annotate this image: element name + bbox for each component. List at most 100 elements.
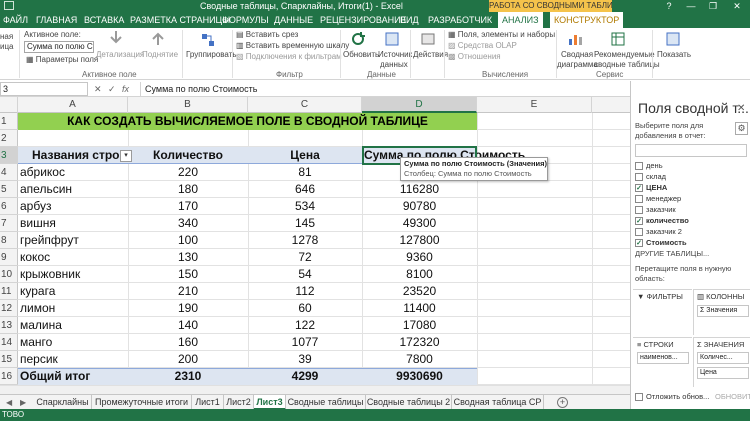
relationships-button[interactable]: ▩ Отношения [448, 52, 501, 62]
sum-cost-cell[interactable]: 116280 [362, 181, 477, 198]
price-cell[interactable]: 54 [248, 266, 362, 283]
quantity-cell[interactable]: 180 [128, 181, 248, 198]
sheet-tab-pivot-table-sr[interactable]: Сводная таблица СР [452, 395, 544, 410]
price-cell[interactable]: 646 [248, 181, 362, 198]
tab-analyze[interactable]: АНАЛИЗ [498, 12, 543, 28]
row-label-cell[interactable]: малина [20, 317, 128, 334]
row-header[interactable]: 13 [0, 317, 18, 334]
column-header-d[interactable]: D [362, 97, 477, 113]
drill-up-button[interactable]: Поднятие [142, 50, 178, 60]
columns-values-chip[interactable]: Σ Значения [697, 305, 749, 317]
row-header[interactable]: 2 [0, 130, 18, 147]
recommended-pivot-button[interactable]: Рекомендуемые [594, 50, 655, 60]
price-cell[interactable]: 60 [248, 300, 362, 317]
quantity-cell[interactable]: 190 [128, 300, 248, 317]
column-header-b[interactable]: B [128, 97, 248, 113]
sheet-tab-sparklines[interactable]: Спарклайны [34, 395, 92, 410]
cancel-icon[interactable]: ✕ [94, 82, 102, 96]
sum-cost-cell[interactable]: 172320 [362, 334, 477, 351]
enter-icon[interactable]: ✓ [108, 82, 116, 96]
field-params-button[interactable]: ▦ Параметры поля [26, 55, 98, 65]
name-box[interactable]: 3 [0, 82, 88, 96]
quantity-cell[interactable]: 150 [128, 266, 248, 283]
column-header-e[interactable]: E [477, 97, 592, 113]
row-header[interactable]: 8 [0, 232, 18, 249]
sheet-tab-pivot-tables[interactable]: Сводные таблицы [286, 395, 366, 410]
sheet-tab-pivot-tables-2[interactable]: Сводные таблицы 2 [366, 395, 452, 410]
show-button[interactable]: Показать [657, 50, 691, 60]
row-header[interactable]: 6 [0, 198, 18, 215]
horizontal-scrollbar[interactable] [0, 385, 630, 394]
group-button[interactable]: Группировать [186, 50, 237, 60]
add-sheet-icon[interactable]: + [557, 397, 568, 408]
header-price[interactable]: Цена [248, 147, 362, 164]
row-header[interactable]: 14 [0, 334, 18, 351]
row-header[interactable]: 16 [0, 368, 18, 385]
field-search-input[interactable] [635, 144, 747, 157]
checkbox-icon[interactable]: ✓ [635, 184, 643, 193]
grand-total-quantity[interactable]: 2310 [128, 368, 248, 385]
row-header[interactable]: 3 [0, 147, 18, 164]
insert-timeline-button[interactable]: ▥ Вставить временную шкалу [236, 41, 349, 51]
row-label-cell[interactable]: кокос [20, 249, 128, 266]
quantity-cell[interactable]: 220 [128, 164, 248, 181]
row-label-cell[interactable]: курага [20, 283, 128, 300]
tab-file[interactable]: ФАЙЛ [0, 12, 31, 28]
help-button[interactable]: ? [660, 0, 678, 12]
row-header[interactable]: 1 [0, 113, 18, 130]
sum-cost-cell[interactable]: 17080 [362, 317, 477, 334]
values-chip-quantity[interactable]: Количес... [697, 352, 749, 364]
quantity-cell[interactable]: 210 [128, 283, 248, 300]
row-label-cell[interactable]: манго [20, 334, 128, 351]
filter-connections-button[interactable]: ▧ Подключения к фильтрам [236, 52, 342, 62]
row-label-cell[interactable]: крыжовник [20, 266, 128, 283]
column-header-c[interactable]: C [248, 97, 362, 113]
minimize-button[interactable]: — [682, 0, 700, 12]
header-quantity[interactable]: Количество [128, 147, 248, 164]
select-all-corner[interactable] [0, 97, 18, 113]
formula-input[interactable]: Сумма по полю Стоимость [140, 82, 628, 96]
row-label-cell[interactable]: грейпфрут [20, 232, 128, 249]
rows-chip-name[interactable]: наименов... [637, 352, 689, 364]
sheet-tab-subtotals[interactable]: Промежуточные итоги [92, 395, 192, 410]
pane-close-icon[interactable]: ✕ [737, 103, 745, 114]
sheet-tab-list1[interactable]: Лист1 [192, 395, 224, 410]
checkbox-icon[interactable] [635, 173, 643, 182]
sum-cost-cell[interactable]: 49300 [362, 215, 477, 232]
row-header[interactable]: 5 [0, 181, 18, 198]
quantity-cell[interactable]: 340 [128, 215, 248, 232]
grand-total-price[interactable]: 4299 [248, 368, 362, 385]
quantity-cell[interactable]: 140 [128, 317, 248, 334]
active-field-input[interactable]: Сумма по полю Стои [24, 41, 94, 53]
tab-developer[interactable]: РАЗРАБОТЧИК [428, 12, 492, 28]
price-cell[interactable]: 122 [248, 317, 362, 334]
header-row-labels[interactable]: Названия строк [32, 147, 126, 164]
fields-items-sets-button[interactable]: ▦ Поля, элементы и наборы [448, 30, 555, 40]
actions-button[interactable]: Действия [413, 50, 448, 60]
olap-tools-button[interactable]: ▨ Средства OLAP [448, 41, 517, 51]
tab-home[interactable]: ГЛАВНАЯ [36, 12, 77, 28]
row-header[interactable]: 11 [0, 283, 18, 300]
sum-cost-cell[interactable]: 8100 [362, 266, 477, 283]
price-cell[interactable]: 1077 [248, 334, 362, 351]
sheet-nav-left-icon[interactable]: ◀ [6, 395, 12, 410]
quick-access-save-icon[interactable] [4, 1, 14, 10]
sheet-tab-list2[interactable]: Лист2 [224, 395, 254, 410]
tab-formulas[interactable]: ФОРМУЛЫ [222, 12, 269, 28]
quantity-cell[interactable]: 100 [128, 232, 248, 249]
row-label-cell[interactable]: вишня [20, 215, 128, 232]
row-label-cell[interactable]: абрикос [20, 164, 128, 181]
quantity-cell[interactable]: 130 [128, 249, 248, 266]
data-source-button[interactable]: Источник [378, 50, 412, 60]
row-label-cell[interactable]: арбуз [20, 198, 128, 215]
price-cell[interactable]: 145 [248, 215, 362, 232]
sum-cost-cell[interactable]: 11400 [362, 300, 477, 317]
row-header[interactable]: 4 [0, 164, 18, 181]
checkbox-icon[interactable] [635, 162, 643, 171]
checkbox-icon[interactable]: ✓ [635, 217, 643, 226]
grand-total-label[interactable]: Общий итог [20, 368, 90, 385]
insert-slicer-button[interactable]: ▤ Вставить срез [236, 30, 298, 40]
checkbox-icon[interactable] [635, 228, 643, 237]
price-cell[interactable]: 112 [248, 283, 362, 300]
sum-cost-cell[interactable]: 23520 [362, 283, 477, 300]
